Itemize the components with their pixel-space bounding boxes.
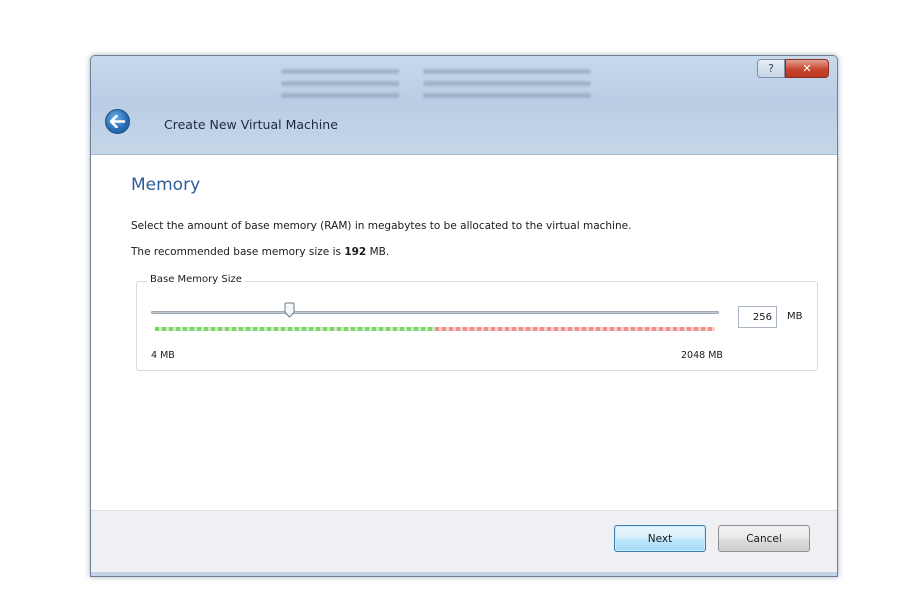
next-button[interactable]: Next (614, 525, 706, 552)
base-memory-group-title: Base Memory Size (147, 274, 245, 285)
window-bottom-border (91, 572, 837, 576)
recommended-range-scale (155, 327, 435, 331)
recommended-memory-text: The recommended base memory size is 192 … (131, 246, 389, 258)
back-arrow-icon (110, 115, 125, 128)
memory-size-input[interactable] (738, 306, 777, 328)
memory-scale (155, 327, 715, 331)
title-bar: Create New Virtual Machine ? ✕ (91, 56, 837, 154)
wizard-window: Create New Virtual Machine ? ✕ Memory Se… (90, 55, 838, 577)
max-memory-label: 2048 MB (681, 350, 723, 361)
page-heading: Memory (131, 175, 201, 195)
memory-slider[interactable] (151, 302, 719, 341)
wizard-footer: Next Cancel (91, 510, 837, 572)
recommended-value: 192 (344, 246, 367, 258)
window-controls: ? ✕ (757, 59, 829, 78)
memory-unit-label: MB (787, 311, 803, 322)
excessive-range-scale (435, 327, 715, 331)
cancel-button[interactable]: Cancel (718, 525, 810, 552)
slider-thumb-icon[interactable] (284, 302, 295, 318)
wizard-title: Create New Virtual Machine (164, 117, 338, 132)
min-memory-label: 4 MB (151, 350, 175, 361)
base-memory-groupbox: Base Memory Size 4 MB 2048 MB MB (136, 274, 818, 371)
background-window-ghost (281, 64, 591, 124)
wizard-content: Memory Select the amount of base memory … (91, 154, 837, 510)
help-button[interactable]: ? (757, 59, 785, 78)
back-button[interactable] (105, 109, 130, 134)
help-icon: ? (768, 62, 774, 75)
close-button[interactable]: ✕ (785, 59, 829, 78)
slider-track[interactable] (151, 311, 719, 314)
memory-description: Select the amount of base memory (RAM) i… (131, 220, 632, 232)
close-icon: ✕ (802, 62, 812, 75)
recommended-suffix: MB. (366, 246, 390, 258)
recommended-prefix: The recommended base memory size is (131, 246, 345, 258)
